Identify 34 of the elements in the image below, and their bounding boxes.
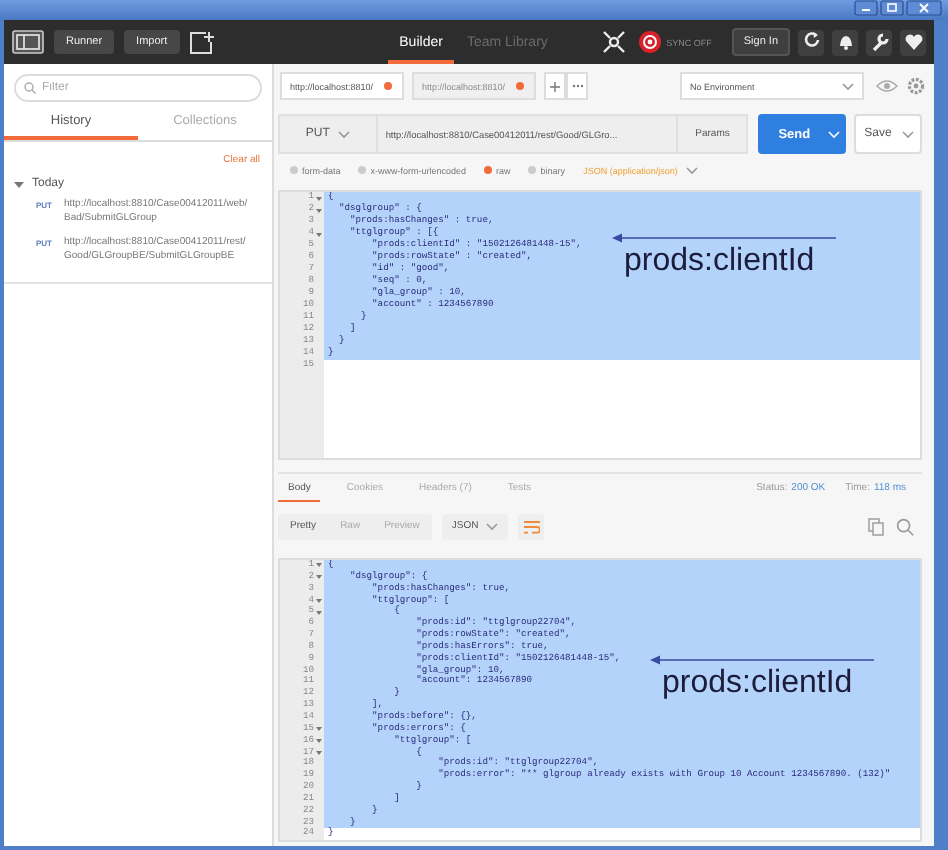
request-body-editor[interactable] <box>278 190 922 460</box>
sidebar-icon[interactable] <box>12 30 44 54</box>
plus-icon[interactable] <box>550 81 560 91</box>
eye-icon[interactable] <box>876 78 898 94</box>
settings-icon[interactable] <box>906 76 926 96</box>
fold-icon[interactable] <box>316 749 322 756</box>
fold-icon[interactable] <box>316 609 322 616</box>
fold-icon[interactable] <box>316 574 322 581</box>
fold-icon[interactable] <box>316 738 322 745</box>
wrench-icon[interactable] <box>867 30 891 54</box>
caret-icon <box>828 129 841 139</box>
heart-icon[interactable] <box>901 30 925 54</box>
new-tab-icon[interactable] <box>189 31 216 53</box>
fold-icon[interactable] <box>316 207 322 213</box>
fold-icon[interactable] <box>316 195 322 201</box>
wrap-lines-icon[interactable] <box>523 519 540 533</box>
caret-icon <box>902 129 915 139</box>
copy-icon[interactable] <box>868 517 884 535</box>
caret-icon <box>685 165 698 175</box>
close-icon[interactable] <box>906 0 942 16</box>
search-icon <box>24 82 36 94</box>
sync-icon[interactable] <box>638 30 663 54</box>
caret-icon <box>486 521 499 531</box>
fold-icon[interactable] <box>316 597 322 604</box>
search-icon[interactable] <box>896 517 914 535</box>
collapse-icon[interactable] <box>14 179 24 189</box>
caret-icon <box>337 129 350 139</box>
minimize-icon[interactable] <box>854 0 878 16</box>
fold-icon[interactable] <box>316 231 322 237</box>
caret-icon <box>842 81 854 91</box>
satellite-icon[interactable] <box>602 30 627 54</box>
maximize-icon[interactable] <box>880 0 904 16</box>
fold-icon[interactable] <box>316 726 322 733</box>
fold-icon[interactable] <box>316 562 322 569</box>
